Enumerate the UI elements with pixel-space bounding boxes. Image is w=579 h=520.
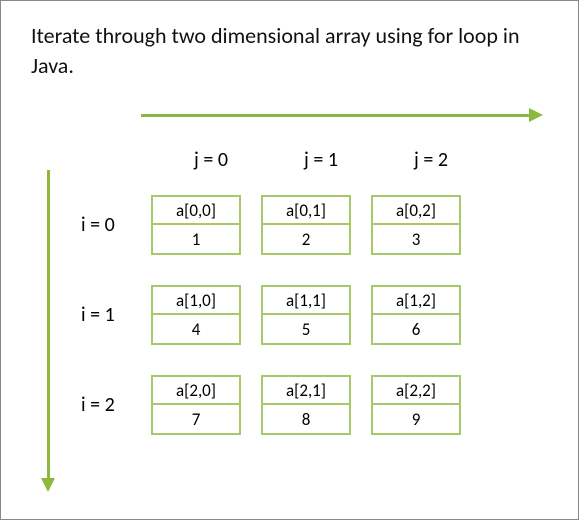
cell-value: 8	[263, 405, 349, 433]
arrow-line	[141, 114, 531, 117]
cell-index: a[2,0]	[153, 377, 239, 405]
cell-value: 6	[373, 315, 459, 343]
array-grid: i = 0 a[0,0] 1 a[0,1] 2 a[0,2] 3	[81, 195, 461, 465]
cell-index: a[2,1]	[263, 377, 349, 405]
cell-index: a[1,0]	[153, 287, 239, 315]
row-cells: a[0,0] 1 a[0,1] 2 a[0,2] 3	[151, 195, 461, 255]
cell-value: 4	[153, 315, 239, 343]
array-cell: a[0,1] 2	[261, 195, 351, 255]
cell-index: a[1,1]	[263, 287, 349, 315]
array-cell: a[2,0] 7	[151, 375, 241, 435]
diagram-title: Iterate through two dimensional array us…	[31, 21, 548, 80]
i-axis-arrow	[41, 170, 55, 490]
cell-value: 1	[153, 225, 239, 253]
array-cell: a[1,1] 5	[261, 285, 351, 345]
col-header: j = 0	[181, 148, 241, 172]
diagram-frame: Iterate through two dimensional array us…	[0, 0, 579, 520]
array-cell: a[2,2] 9	[371, 375, 461, 435]
cell-value: 5	[263, 315, 349, 343]
array-cell: a[1,2] 6	[371, 285, 461, 345]
grid-row: i = 1 a[1,0] 4 a[1,1] 5 a[1,2] 6	[81, 285, 461, 345]
cell-value: 3	[373, 225, 459, 253]
array-cell: a[0,0] 1	[151, 195, 241, 255]
column-headers: j = 0 j = 1 j = 2	[181, 148, 461, 172]
row-cells: a[2,0] 7 a[2,1] 8 a[2,2] 9	[151, 375, 461, 435]
cell-index: a[1,2]	[373, 287, 459, 315]
array-cell: a[0,2] 3	[371, 195, 461, 255]
cell-index: a[2,2]	[373, 377, 459, 405]
j-axis-arrow	[141, 108, 541, 122]
row-cells: a[1,0] 4 a[1,1] 5 a[1,2] 6	[151, 285, 461, 345]
col-header: j = 2	[401, 148, 461, 172]
cell-value: 7	[153, 405, 239, 433]
grid-row: i = 2 a[2,0] 7 a[2,1] 8 a[2,2] 9	[81, 375, 461, 435]
col-header: j = 1	[291, 148, 351, 172]
arrow-head-icon	[41, 478, 55, 492]
cell-index: a[0,0]	[153, 197, 239, 225]
array-cell: a[2,1] 8	[261, 375, 351, 435]
cell-index: a[0,1]	[263, 197, 349, 225]
cell-index: a[0,2]	[373, 197, 459, 225]
array-cell: a[1,0] 4	[151, 285, 241, 345]
cell-value: 2	[263, 225, 349, 253]
cell-value: 9	[373, 405, 459, 433]
arrow-line	[47, 170, 50, 480]
row-header: i = 1	[81, 303, 151, 327]
row-header: i = 2	[81, 393, 151, 417]
row-header: i = 0	[81, 213, 151, 237]
grid-row: i = 0 a[0,0] 1 a[0,1] 2 a[0,2] 3	[81, 195, 461, 255]
arrow-head-icon	[529, 108, 543, 122]
